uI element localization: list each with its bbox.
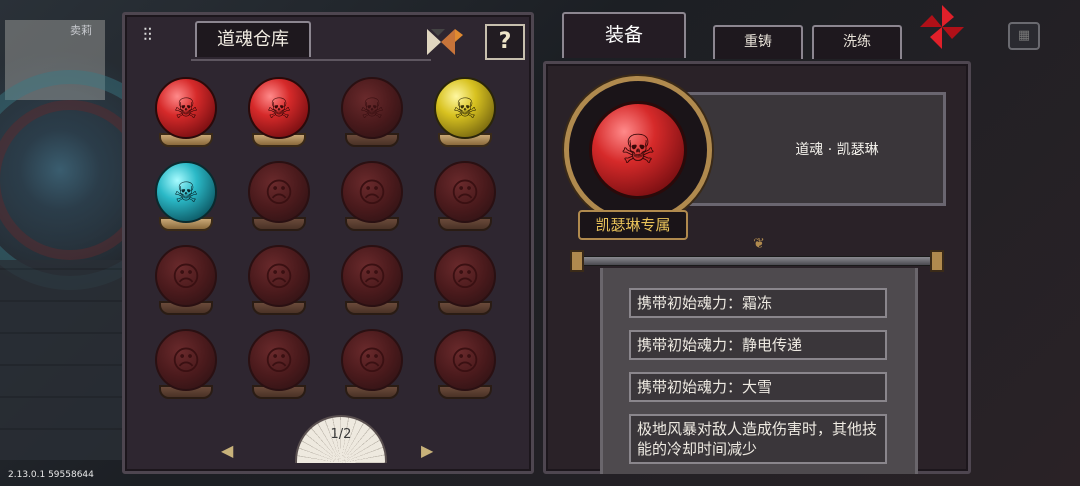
prev-page-arrow-icon[interactable]: ◀	[221, 441, 233, 460]
scroll-ornament-icon: ❦	[753, 236, 765, 252]
face-icon: ☹	[450, 259, 480, 293]
equip-detail-panel: 道魂 · 凯瑟琳 ☠ 凯瑟琳专属 ❦ 携带初始魂力：霜冻 携带初始魂力：静电传递…	[543, 61, 971, 474]
soul-orb-locked[interactable]: ☹	[434, 245, 496, 307]
soul-slot[interactable]: ☹	[335, 245, 411, 333]
soul-orb-owned[interactable]: ☠	[155, 161, 217, 223]
soul-slot[interactable]: ☹	[242, 161, 318, 249]
attribute-row: 携带初始魂力：静电传递	[629, 330, 887, 360]
soul-orb-locked[interactable]: ☹	[434, 161, 496, 223]
skull-icon: ☠	[620, 127, 656, 173]
face-icon: ☹	[171, 259, 201, 293]
tab-recast[interactable]: 重铸	[713, 25, 803, 59]
soul-orb-locked[interactable]: ☹	[248, 329, 310, 391]
attribute-row: 携带初始魂力：霜冻	[629, 288, 887, 318]
soul-storage-panel: ⫶⫶ 道魂仓库 ? ☠ ☠ ☠ ☠ ☠ ☹ ☹ ☹ ☹ ☹ ☹ ☹ ☹ ☹ ☹ ☹ ◀ 1/2 ▶	[122, 12, 534, 474]
page-indicator: 1/2	[330, 427, 352, 442]
storage-title: 道魂仓库	[191, 21, 431, 61]
face-icon: ☹	[450, 175, 480, 209]
face-icon: ☹	[171, 343, 201, 377]
soul-slot[interactable]: ☹	[428, 329, 504, 417]
face-icon: ☹	[357, 259, 387, 293]
skull-icon: ☠	[266, 91, 292, 125]
soul-orb-locked[interactable]: ☠	[341, 77, 403, 139]
close-pinwheel-icon[interactable]	[918, 3, 966, 51]
scroll-knob-left	[570, 250, 584, 272]
soul-slot[interactable]: ☠	[149, 77, 225, 165]
soul-orb-owned[interactable]: ☠	[434, 77, 496, 139]
soul-slot[interactable]: ☹	[149, 329, 225, 417]
background-floor	[0, 260, 125, 460]
pager: ◀ 1/2 ▶	[221, 415, 435, 465]
soul-slot[interactable]: ☹	[242, 329, 318, 417]
face-icon: ☹	[357, 175, 387, 209]
scroll-rod	[576, 256, 942, 266]
equipped-soul-frame: ☠	[564, 76, 712, 224]
skull-icon: ☠	[359, 91, 385, 125]
soul-orb-locked[interactable]: ☹	[155, 245, 217, 307]
skull-icon: ☠	[452, 91, 478, 125]
skull-icon: ☠	[173, 175, 199, 209]
tangram-icon[interactable]	[425, 27, 465, 57]
tab-equip[interactable]: 装备	[562, 12, 686, 58]
face-icon: ☹	[264, 175, 294, 209]
soul-slot[interactable]: ☹	[149, 245, 225, 333]
help-button[interactable]: ?	[485, 24, 525, 60]
exclusive-badge: 凯瑟琳专属	[578, 210, 688, 240]
soul-slot[interactable]: ☠	[149, 161, 225, 249]
soul-orb-locked[interactable]: ☹	[341, 161, 403, 223]
face-icon: ☹	[264, 343, 294, 377]
soul-slot[interactable]: ☠	[242, 77, 318, 165]
background-menu-icon[interactable]: ▦	[1008, 22, 1040, 50]
soul-name-card: 道魂 · 凯瑟琳	[678, 92, 946, 206]
equipped-soul-orb[interactable]: ☠	[589, 101, 687, 199]
tab-refine[interactable]: 洗练	[812, 25, 902, 59]
soul-orb-locked[interactable]: ☹	[248, 245, 310, 307]
soul-slot[interactable]: ☹	[428, 161, 504, 249]
soul-slot[interactable]: ☹	[335, 329, 411, 417]
soul-slot[interactable]: ☠	[428, 77, 504, 165]
soul-orb-owned[interactable]: ☠	[155, 77, 217, 139]
soul-slot[interactable]: ☹	[242, 245, 318, 333]
background-character-name: 卖莉	[70, 24, 92, 37]
attribute-row: 携带初始魂力：大雪	[629, 372, 887, 402]
soul-orb-locked[interactable]: ☹	[341, 245, 403, 307]
attribute-row: 极地风暴对敌人造成伤害时，其他技能的冷却时间减少	[629, 414, 887, 464]
face-icon: ☹	[450, 343, 480, 377]
scroll-knob-right	[930, 250, 944, 272]
soul-orb-locked[interactable]: ☹	[155, 329, 217, 391]
skull-icon: ☠	[173, 91, 199, 125]
face-icon: ☹	[264, 259, 294, 293]
soul-orb-locked[interactable]: ☹	[248, 161, 310, 223]
soul-slot[interactable]: ☹	[335, 161, 411, 249]
soul-slot[interactable]: ☹	[428, 245, 504, 333]
attribute-scroll: 携带初始魂力：霜冻 携带初始魂力：静电传递 携带初始魂力：大雪 极地风暴对敌人造…	[600, 268, 918, 474]
version-label: 2.13.0.1 59558644	[8, 470, 94, 480]
soul-orb-locked[interactable]: ☹	[341, 329, 403, 391]
soul-orb-locked[interactable]: ☹	[434, 329, 496, 391]
soul-slot[interactable]: ☠	[335, 77, 411, 165]
next-page-arrow-icon[interactable]: ▶	[421, 441, 433, 460]
face-icon: ☹	[357, 343, 387, 377]
feather-icon: ⫶⫶	[143, 25, 152, 46]
soul-orb-owned[interactable]: ☠	[248, 77, 310, 139]
soul-name: 道魂 · 凯瑟琳	[795, 142, 879, 158]
